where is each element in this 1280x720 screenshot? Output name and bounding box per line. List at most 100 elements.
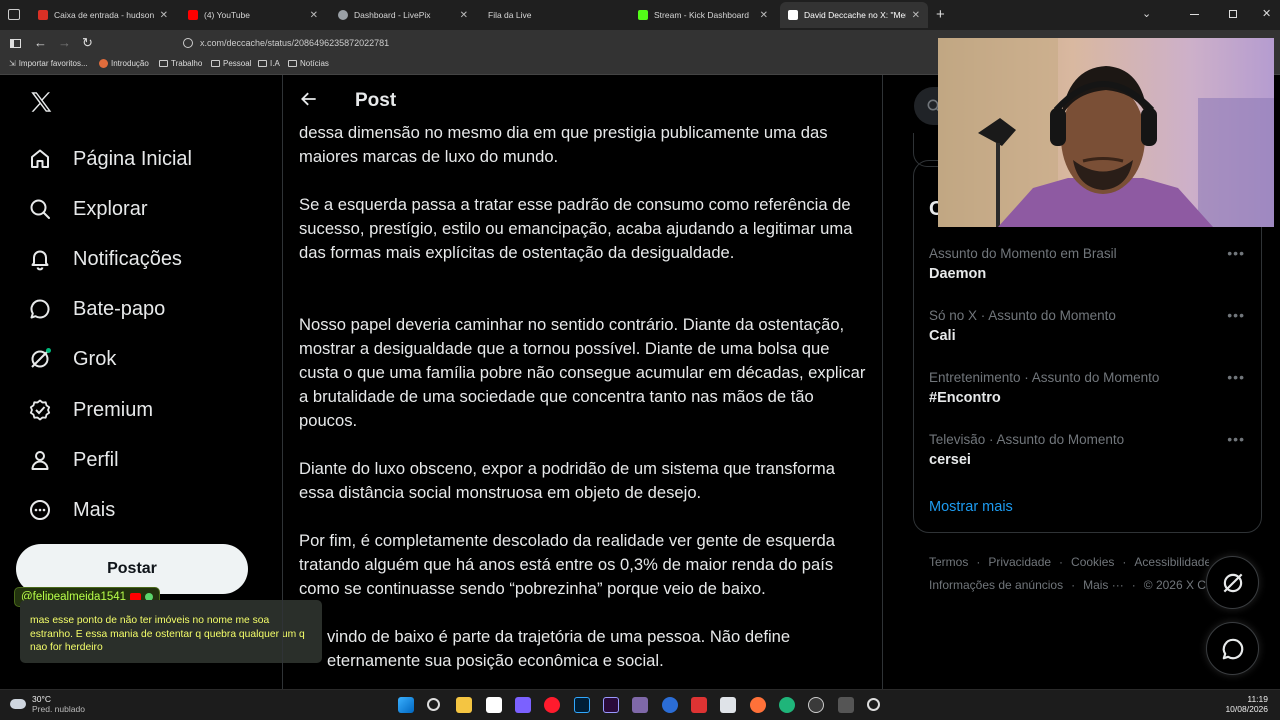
messages-fab[interactable] — [1206, 622, 1259, 675]
calculator-icon[interactable] — [838, 697, 854, 713]
footer-links: Termos · Privacidade · Cookies · Acessibili… — [929, 555, 1209, 595]
trend-item[interactable]: Entretenimento · Assunto do Momento #Enc… — [929, 369, 1249, 409]
todo-icon[interactable] — [662, 697, 678, 713]
close-tab-icon[interactable]: ✕ — [912, 10, 920, 21]
site-info-icon[interactable] — [183, 38, 193, 48]
nav-more[interactable]: Mais — [28, 492, 115, 528]
nav-profile[interactable]: Perfil — [28, 442, 119, 478]
bookmark-pessoal[interactable]: Pessoal — [211, 59, 251, 68]
reload-icon[interactable]: ↻ — [82, 35, 93, 51]
windows-start-icon[interactable] — [398, 697, 414, 713]
webcam-overlay — [938, 38, 1274, 227]
trend-item[interactable]: Só no X · Assunto do Momento Cali ••• — [929, 307, 1249, 347]
footer-link: © 2026 X Corp. — [1143, 578, 1209, 592]
chat-icon — [1222, 638, 1244, 660]
minimize-icon[interactable] — [1190, 14, 1199, 15]
livepix-icon — [338, 10, 348, 20]
bookmark-noticias[interactable]: Notícias — [288, 59, 329, 68]
maximize-icon[interactable] — [1229, 10, 1237, 18]
bookmark-introducao[interactable]: Introdução — [99, 59, 149, 68]
bookmark-import[interactable]: ⇲ Importar favoritos... — [9, 59, 88, 68]
back-icon[interactable]: ← — [34, 35, 47, 50]
forward-icon[interactable]: → — [58, 35, 71, 50]
more-options-icon[interactable]: ••• — [1227, 307, 1245, 323]
nav-chat[interactable]: Bate-papo — [28, 291, 165, 327]
footer-link[interactable]: Acessibilidade — [1134, 555, 1209, 569]
person-icon — [31, 451, 49, 470]
tab-gmail[interactable]: Caixa de entrada - hudsonfabio ✕ — [30, 2, 176, 28]
media-encoder-icon[interactable] — [632, 697, 648, 713]
sidebar-toggle-icon[interactable] — [10, 39, 21, 48]
post-paragraph: vindo de baixo é parte da trajetória de … — [327, 627, 791, 670]
close-tab-icon[interactable]: ✕ — [310, 10, 318, 21]
obs-icon[interactable] — [808, 697, 824, 713]
more-options-icon[interactable]: ••• — [1227, 431, 1245, 447]
post-paragraph: Diante do luxo obsceno, expor a podridão… — [299, 459, 835, 502]
more-options-icon[interactable]: ••• — [1227, 245, 1245, 261]
footer-link[interactable]: Mais ··· — [1083, 578, 1124, 592]
footer-link[interactable]: Informações de anúncios — [929, 578, 1063, 592]
youtube-icon — [188, 10, 198, 20]
page-title: Post — [355, 90, 397, 111]
streamer-webcam-image — [938, 38, 1274, 227]
url-field[interactable]: x.com/deccache/status/208649623587202278… — [200, 38, 389, 48]
bookmark-trabalho[interactable]: Trabalho — [159, 59, 202, 68]
file-explorer-icon[interactable] — [456, 697, 472, 713]
home-icon — [31, 149, 49, 168]
folder-icon — [288, 60, 297, 67]
nav-explore[interactable]: Explorar — [28, 191, 147, 227]
x-logo-icon[interactable] — [28, 89, 54, 120]
post-paragraph: Nosso papel deveria caminhar no sentido … — [299, 315, 866, 430]
tab-actions-icon[interactable] — [8, 9, 20, 20]
close-tab-icon[interactable]: ✕ — [460, 10, 468, 21]
notion-icon[interactable] — [486, 697, 502, 713]
app-white-icon[interactable] — [720, 697, 736, 713]
bookmark-ia[interactable]: I.A — [258, 59, 280, 68]
x-logo-icon — [788, 10, 798, 20]
grok-icon — [1223, 573, 1243, 593]
nav-home[interactable]: Página Inicial — [28, 141, 192, 177]
browser-tab-bar: Caixa de entrada - hudsonfabio ✕ (4) You… — [0, 0, 1280, 30]
tab-youtube[interactable]: (4) YouTube ✕ — [180, 2, 326, 28]
post-paragraph: dessa dimensão no mesmo dia em que prest… — [299, 123, 828, 166]
tab-fila-da-live[interactable]: Fila da Live — [480, 2, 626, 28]
close-window-icon[interactable]: ✕ — [1262, 7, 1271, 20]
tab-list-icon[interactable]: ⌄ — [1142, 7, 1151, 20]
nav-grok[interactable]: Grok — [28, 341, 116, 377]
edge-icon[interactable] — [779, 697, 795, 713]
post-back-icon[interactable] — [299, 89, 319, 114]
column-divider — [882, 75, 883, 689]
search-icon[interactable] — [427, 698, 440, 711]
opera-icon[interactable] — [544, 697, 560, 713]
grok-fab[interactable] — [1206, 556, 1259, 609]
bookmark-favicon-icon — [99, 59, 108, 68]
app-red-icon[interactable] — [691, 697, 707, 713]
grok-icon — [31, 348, 51, 368]
new-tab-icon[interactable]: + — [936, 6, 945, 23]
footer-link[interactable]: Termos — [929, 555, 968, 569]
trend-item[interactable]: Televisão · Assunto do Momento cersei ••… — [929, 431, 1249, 471]
close-tab-icon[interactable]: ✕ — [760, 10, 768, 21]
clock[interactable]: 11:19 10/08/2026 — [1218, 694, 1268, 714]
settings-gear-icon[interactable] — [867, 698, 880, 711]
photoshop-icon[interactable] — [574, 697, 590, 713]
more-options-icon[interactable]: ••• — [1227, 369, 1245, 385]
tab-x-post[interactable]: David Deccache no X: "Meu po ✕ — [780, 2, 928, 28]
weather-widget[interactable]: 30°C Pred. nublado — [10, 694, 85, 714]
windows-taskbar: 30°C Pred. nublado 11:19 10/08/2026 — [0, 689, 1280, 720]
folder-icon — [258, 60, 267, 67]
footer-link[interactable]: Cookies — [1071, 555, 1114, 569]
bell-icon — [31, 250, 49, 271]
nav-notifications[interactable]: Notificações — [28, 241, 182, 277]
show-more-link[interactable]: Mostrar mais — [929, 499, 1013, 515]
tab-livepix[interactable]: Dashboard - LivePix ✕ — [330, 2, 476, 28]
apps-grid-icon[interactable] — [515, 697, 531, 713]
nav-premium[interactable]: Premium — [28, 392, 153, 428]
footer-link[interactable]: Privacidade — [988, 555, 1051, 569]
premiere-icon[interactable] — [603, 697, 619, 713]
firefox-icon[interactable] — [750, 697, 766, 713]
close-tab-icon[interactable]: ✕ — [160, 10, 168, 21]
trend-item[interactable]: Assunto do Momento em Brasil Daemon ••• — [929, 245, 1249, 285]
search-icon — [30, 199, 50, 219]
tab-kick[interactable]: Stream - Kick Dashboard ✕ — [630, 2, 776, 28]
